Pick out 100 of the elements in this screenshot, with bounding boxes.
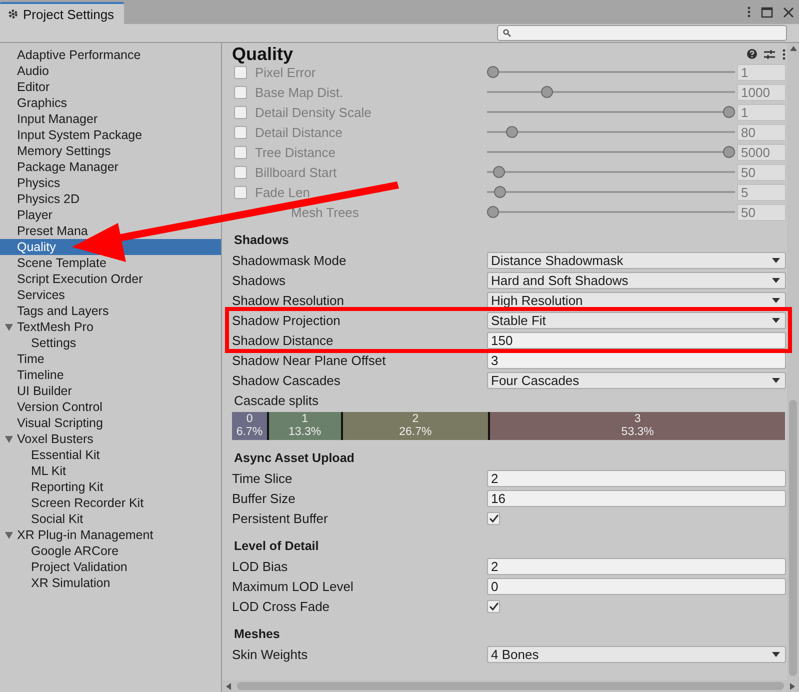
expanded-triangle-icon[interactable] (5, 435, 13, 443)
section-heading: Shadows (233, 232, 290, 249)
caret-icon (772, 652, 780, 656)
sidebar-item[interactable]: Physics (0, 175, 221, 191)
dropdown[interactable]: Four Cascades (487, 372, 786, 388)
section-heading: Async Asset Upload (233, 450, 356, 467)
search-field[interactable] (497, 25, 787, 41)
sidebar-item[interactable]: Preset Mana (0, 223, 221, 239)
scroll-left-icon[interactable] (226, 682, 231, 690)
expanded-triangle-icon[interactable] (5, 531, 13, 539)
setting-label: LOD Bias (232, 558, 289, 574)
sidebar-item[interactable]: Editor (0, 79, 221, 95)
sidebar-item[interactable]: Time (0, 351, 221, 367)
sidebar-item[interactable]: Player (0, 207, 221, 223)
section-heading: Level of Detail (233, 538, 320, 555)
scroll-thumb[interactable] (789, 400, 797, 676)
input-field[interactable]: 2 (487, 470, 786, 486)
sidebar-item[interactable]: TextMesh Pro (0, 319, 221, 335)
sidebar-item[interactable]: Screen Recorder Kit (0, 495, 221, 511)
setting-label: Persistent Buffer (232, 510, 329, 526)
sidebar-item[interactable]: Visual Scripting (0, 415, 221, 431)
setting-label: Shadow Projection (232, 312, 342, 328)
setting-label: Skin Weights (232, 646, 309, 662)
sidebar-item[interactable]: Memory Settings (0, 143, 221, 159)
input-field[interactable]: 2 (487, 558, 786, 574)
sidebar-item[interactable]: Reporting Kit (0, 479, 221, 495)
input-field[interactable]: 150 (487, 332, 786, 348)
sidebar-item[interactable]: Timeline (0, 367, 221, 383)
checkbox[interactable] (487, 512, 500, 524)
setting-label: Buffer Size (232, 490, 296, 506)
scroll-up-icon[interactable] (790, 46, 796, 51)
setting-label: Shadow Resolution (232, 292, 346, 308)
sidebar-item[interactable]: Package Manager (0, 159, 221, 175)
caret-icon (772, 378, 780, 382)
setting-label: Cascade splits (234, 392, 320, 408)
sidebar-item[interactable]: Settings (0, 335, 221, 351)
search-icon (503, 29, 511, 37)
setting-label: Billboard Start (255, 164, 337, 180)
kebab-menu-icon[interactable] (782, 48, 786, 60)
maximize-icon[interactable] (761, 7, 773, 18)
dropdown[interactable]: High Resolution (487, 292, 786, 308)
input-field[interactable]: 0 (487, 578, 786, 594)
window-tab[interactable]: Project Settings (0, 2, 124, 24)
setting-label: Detail Density Scale (255, 104, 372, 120)
setting-label: Tree Distance (255, 144, 336, 160)
sidebar-item[interactable]: Input System Package (0, 127, 221, 143)
input-field[interactable]: 16 (487, 490, 786, 506)
sidebar-item[interactable]: Project Validation (0, 559, 221, 575)
setting-label: Shadows (232, 272, 286, 288)
sidebar-item[interactable]: XR Simulation (0, 575, 221, 591)
scrollbar[interactable] (787, 43, 799, 680)
sidebar-item[interactable]: Google ARCore (0, 543, 221, 559)
setting-label: Shadow Distance (232, 332, 334, 348)
dropdown[interactable]: Stable Fit (487, 312, 786, 328)
setting-label: Fade Len (255, 184, 310, 200)
sidebar-item[interactable]: Voxel Busters (0, 431, 221, 447)
expanded-triangle-icon[interactable] (5, 323, 13, 331)
sidebar-item[interactable]: Social Kit (0, 511, 221, 527)
dropdown[interactable]: Hard and Soft Shadows (487, 272, 786, 288)
sidebar-item[interactable]: Scene Template (0, 255, 221, 271)
dropdown[interactable]: Distance Shadowmask (487, 252, 786, 268)
setting-label: Base Map Dist. (255, 84, 344, 100)
setting-label: Detail Distance (255, 124, 342, 140)
sidebar-item[interactable]: XR Plug-in Management (0, 527, 221, 543)
setting-label: Shadow Cascades (232, 372, 342, 388)
caret-icon (772, 298, 780, 302)
setting-label: Shadow Near Plane Offset (232, 352, 387, 368)
sidebar-item[interactable]: Services (0, 287, 221, 303)
close-icon[interactable] (783, 7, 794, 18)
sidebar-item[interactable]: Script Execution Order (0, 271, 221, 287)
checkbox[interactable] (487, 600, 500, 612)
kebab-menu-icon[interactable] (747, 6, 751, 18)
cascade-segment[interactable]: 0 6.7% (232, 412, 270, 440)
sidebar-item[interactable]: Input Manager (0, 111, 221, 127)
help-icon[interactable] (747, 49, 757, 59)
sidebar-item[interactable]: Physics 2D (0, 191, 221, 207)
sidebar-item[interactable]: Graphics (0, 95, 221, 111)
section-heading: Meshes (233, 626, 281, 643)
sidebar-item[interactable]: Essential Kit (0, 447, 221, 463)
scroll-right-icon[interactable] (790, 682, 795, 690)
sidebar-item[interactable]: ML Kit (0, 463, 221, 479)
sidebar-item[interactable]: Adaptive Performance (0, 47, 221, 63)
setting-label: LOD Cross Fade (232, 598, 331, 614)
setting-label: Mesh Trees (291, 204, 359, 220)
sidebar-item[interactable]: UI Builder (0, 383, 221, 399)
sliders-icon[interactable] (764, 48, 775, 60)
gear-icon (7, 8, 19, 20)
sidebar-item[interactable]: Version Control (0, 399, 221, 415)
scrollbar[interactable] (222, 680, 799, 692)
cascade-segment[interactable]: 3 53.3% (490, 412, 785, 440)
cascade-segment[interactable]: 2 26.7% (342, 412, 490, 440)
caret-icon (772, 278, 780, 282)
sidebar-item[interactable]: Tags and Layers (0, 303, 221, 319)
cascade-segment[interactable]: 1 13.3% (269, 412, 343, 440)
setting-label: Shadowmask Mode (232, 252, 348, 268)
setting-label: Maximum LOD Level (232, 578, 354, 594)
dropdown[interactable]: 4 Bones (487, 646, 786, 662)
sidebar-item[interactable]: Audio (0, 63, 221, 79)
caret-icon (772, 318, 780, 322)
scroll-thumb[interactable] (237, 682, 784, 690)
